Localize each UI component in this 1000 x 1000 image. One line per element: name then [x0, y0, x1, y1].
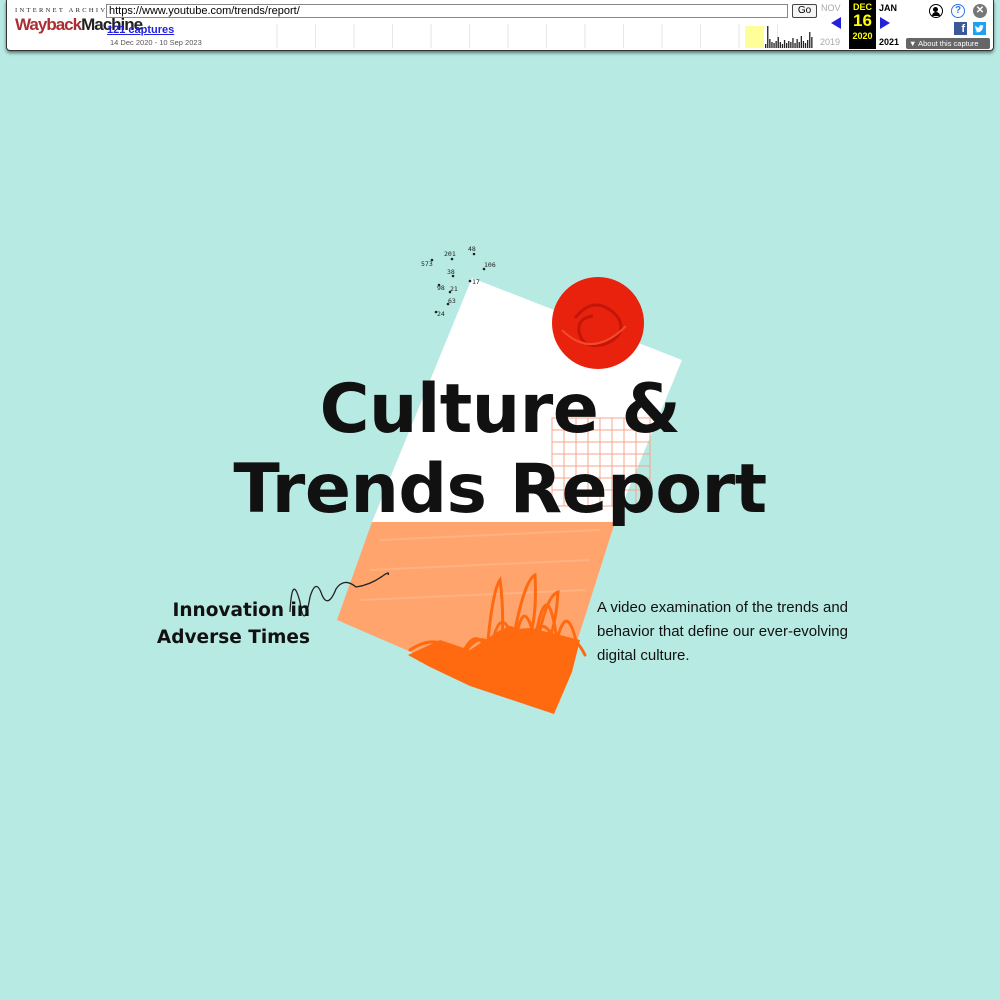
- red-sun-shape: [552, 277, 644, 369]
- scatter-label: 201: [444, 250, 456, 258]
- scatter-label: 48: [468, 245, 476, 253]
- report-title-line-1: Culture &: [319, 370, 681, 449]
- scatter-label: 106: [484, 261, 496, 269]
- report-subtitle: Innovation in Adverse Times: [140, 597, 310, 651]
- subtitle-line-1: Innovation in: [172, 600, 311, 621]
- report-title: Culture & Trends Report: [150, 370, 850, 530]
- report-title-line-2: Trends Report: [233, 450, 767, 529]
- report-description: A video examination of the trends and be…: [597, 599, 849, 664]
- scatter-label: 17: [472, 278, 480, 286]
- scatter-label: 21: [450, 285, 458, 293]
- scatter-label: 573: [421, 260, 433, 268]
- scatter-label: 24: [437, 310, 445, 318]
- scatter-label: 98: [437, 284, 445, 292]
- scatter-label: 63: [448, 297, 456, 305]
- subtitle-line-2: Adverse Times: [156, 627, 310, 648]
- scatter-label: 38: [447, 268, 455, 276]
